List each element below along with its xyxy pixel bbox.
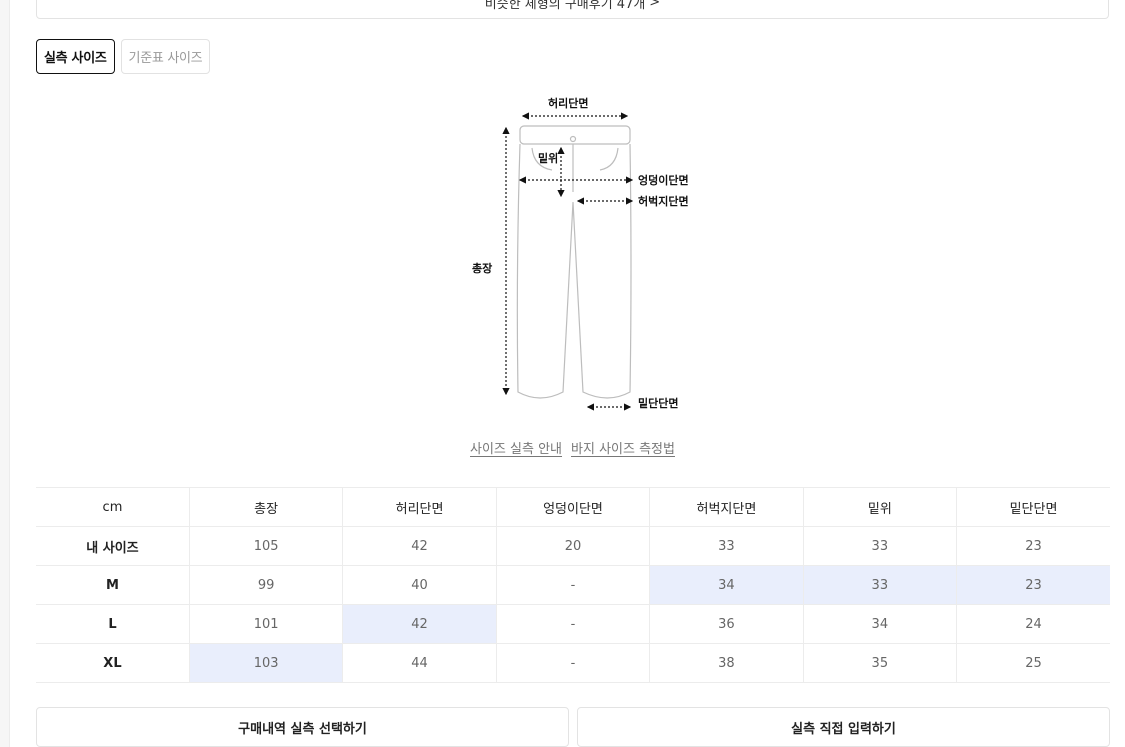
table-row: L 101 42-36 34 24 — [36, 604, 1110, 644]
hem-label: 밑단단면 — [638, 396, 678, 410]
table-cell: 36 — [649, 604, 804, 644]
pants-measurement-method-link[interactable]: 바지 사이즈 측정법 — [571, 438, 675, 457]
table-cell: 33 — [649, 526, 804, 566]
similar-body-reviews-button[interactable]: 비슷한 체형의 구매후기 47개 > — [36, 0, 1109, 19]
table-cell: 35 — [802, 643, 957, 683]
table-row: 내 사이즈 105 42 20 33 33 23 — [36, 526, 1110, 566]
table-row: XL 103 44-38 35 25 — [36, 643, 1110, 683]
enter-measurements-manually-button[interactable]: 실측 직접 입력하기 — [577, 707, 1110, 747]
table-cell: 38 — [649, 643, 804, 683]
size-info-panel: 비슷한 체형의 구매후기 47개 > 실측 사이즈 기준표 사이즈 허리단면 밑… — [0, 0, 1125, 747]
table-cell: 33 — [802, 565, 957, 605]
table-cell: 105 — [188, 526, 343, 566]
table-cell: 40 — [342, 565, 497, 605]
size-measurement-guide-link[interactable]: 사이즈 실측 안내 — [470, 438, 562, 457]
size-table: cm 총장 허리단면 엉덩이단면 허벅지단면 밑위 밑단단면 내 사이즈 105 4… — [36, 487, 1110, 683]
table-cell: 44 — [342, 643, 497, 683]
table-cell: 103 — [188, 643, 343, 683]
chevron-right-icon: > — [649, 0, 661, 10]
size-guide-links: 사이즈 실측 안내 바지 사이즈 측정법 — [0, 438, 1125, 457]
column-header: 총장 — [188, 487, 343, 527]
waist-label: 허리단면 — [548, 96, 588, 110]
table-cell: - — [495, 643, 650, 683]
hip-label: 엉덩이단면 — [638, 173, 689, 187]
column-header: 엉덩이단면 — [495, 487, 650, 527]
table-cell: 101 — [188, 604, 343, 644]
bottom-buttons: 구매내역 실측 선택하기 실측 직접 입력하기 — [36, 707, 1110, 747]
table-cell: 25 — [956, 643, 1110, 683]
table-cell: 99 — [188, 565, 343, 605]
review-banner-text: 비슷한 체형의 구매후기 47개 — [484, 0, 646, 12]
column-header: 밑단단면 — [956, 487, 1110, 527]
table-cell: 23 — [956, 526, 1110, 566]
tab-actual-size[interactable]: 실측 사이즈 — [36, 39, 115, 74]
table-cell: 34 — [649, 565, 804, 605]
row-size-label: L — [36, 604, 190, 644]
table-header-row: cm 총장 허리단면 엉덩이단면 허벅지단면 밑위 밑단단면 — [36, 487, 1110, 527]
table-row: M 99 40-34 33 23 — [36, 565, 1110, 605]
left-edge-divider — [0, 0, 10, 747]
unit-header: cm — [36, 487, 190, 527]
table-cell: 23 — [956, 565, 1110, 605]
table-cell: - — [495, 565, 650, 605]
table-cell: 42 — [342, 604, 497, 644]
rise-label: 밑위 — [538, 152, 558, 165]
length-label: 총장 — [472, 261, 492, 275]
pants-measurement-diagram: 허리단면 밑위 엉덩이단면 허벅지단면 총장 밑단단면 — [472, 96, 689, 411]
table-cell: 20 — [495, 526, 650, 566]
column-header: 허벅지단면 — [649, 487, 804, 527]
table-cell: 34 — [802, 604, 957, 644]
row-size-label: M — [36, 565, 190, 605]
table-cell: - — [495, 604, 650, 644]
tab-standard-size[interactable]: 기준표 사이즈 — [120, 39, 211, 74]
table-cell: 42 — [342, 526, 497, 566]
table-cell: 24 — [956, 604, 1110, 644]
row-size-label: XL — [36, 643, 190, 683]
row-size-label: 내 사이즈 — [36, 526, 190, 566]
size-type-tabs: 실측 사이즈 기준표 사이즈 — [36, 39, 211, 74]
column-header: 허리단면 — [342, 487, 497, 527]
select-from-purchase-history-button[interactable]: 구매내역 실측 선택하기 — [36, 707, 569, 747]
column-header: 밑위 — [802, 487, 957, 527]
table-cell: 33 — [802, 526, 957, 566]
thigh-label: 허벅지단면 — [638, 194, 689, 208]
pants-outline — [516, 125, 632, 399]
